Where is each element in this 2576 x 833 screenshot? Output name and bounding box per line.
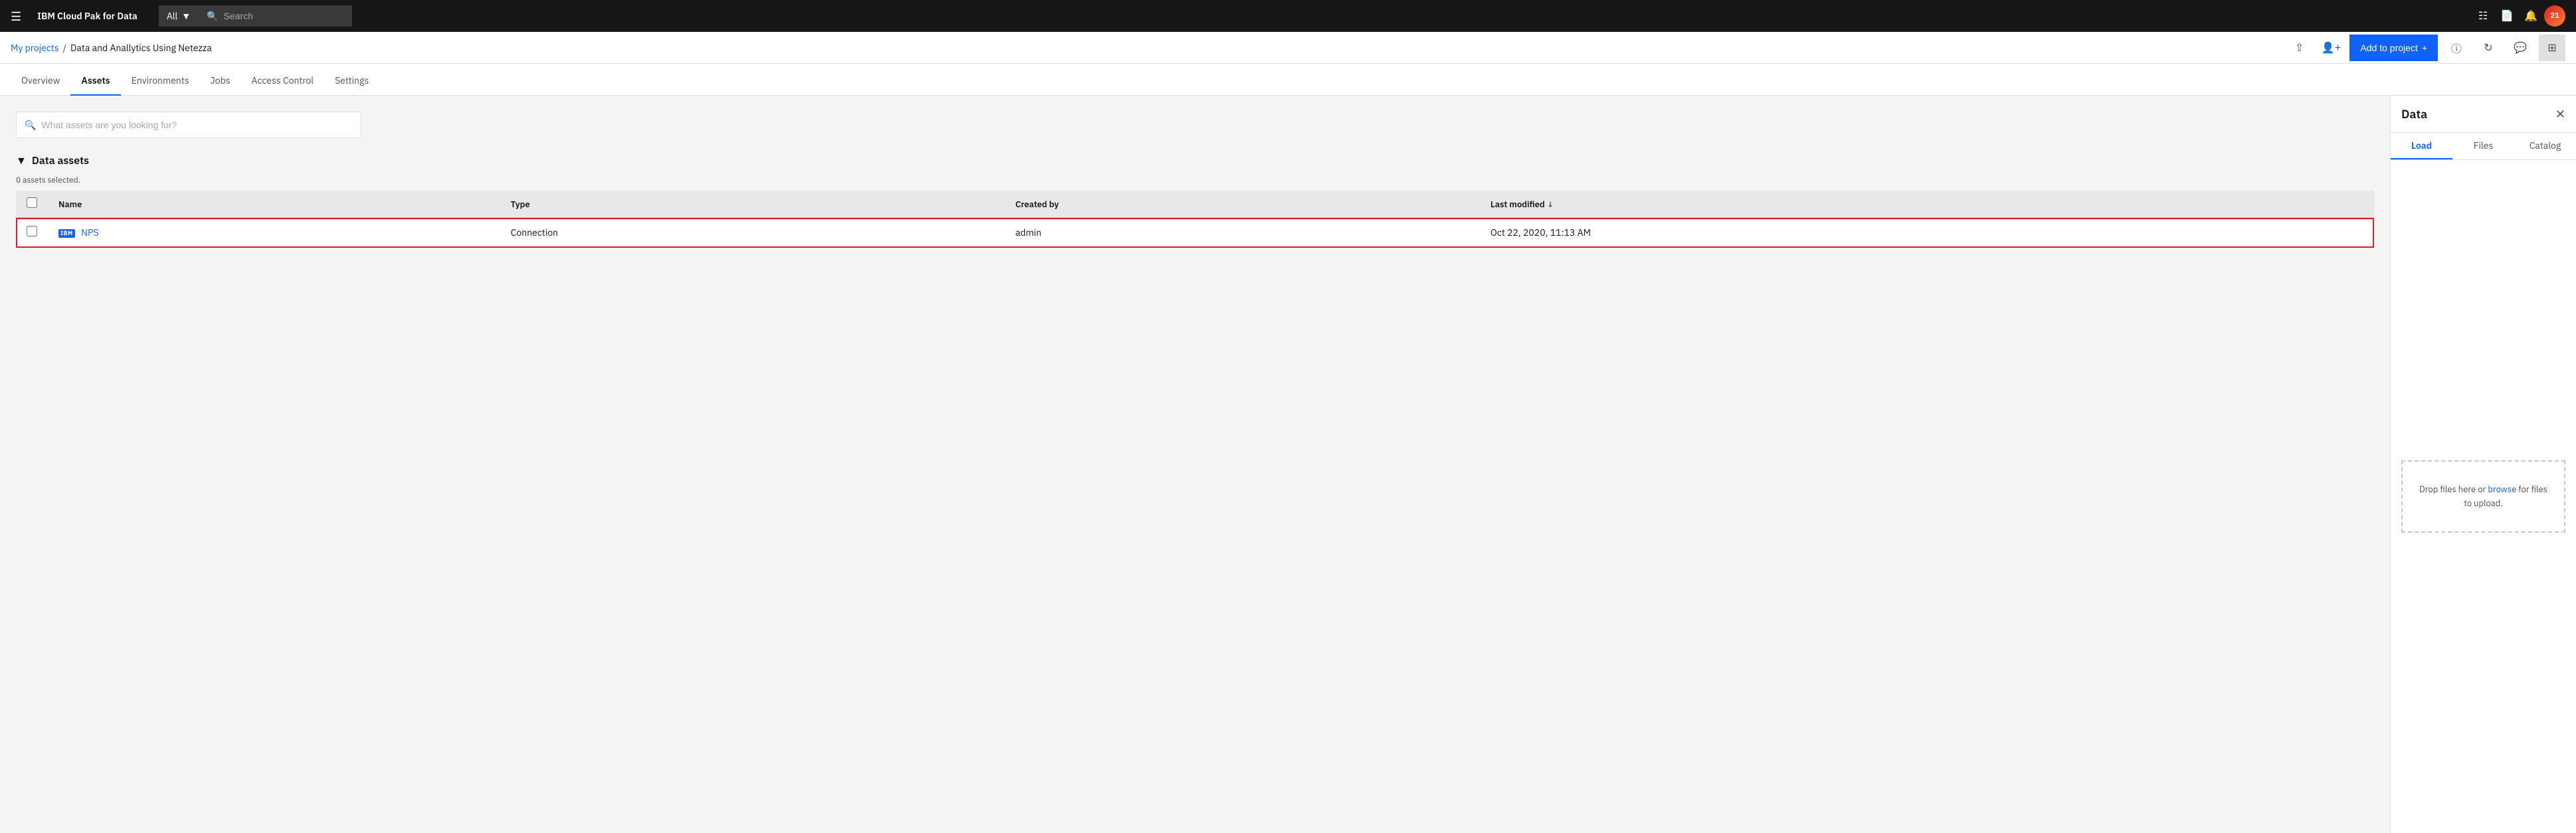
close-icon[interactable]: ✕ <box>2555 106 2565 122</box>
section-toggle-icon[interactable]: ▼ <box>16 154 27 167</box>
chat-icon-btn[interactable]: 💬 <box>2507 35 2533 61</box>
document-icon: 📄 <box>2500 9 2514 23</box>
assets-search-input[interactable] <box>41 120 353 130</box>
breadcrumb-bar: My projects / Data and Anallytics Using … <box>0 32 2576 64</box>
avatar-badge: 21 <box>2550 11 2559 21</box>
apps-icon: ☷ <box>2478 9 2488 23</box>
table-row: IBM NPS Connection admin Oct 22, 2020, 1… <box>16 218 2374 248</box>
data-panel-title: Data <box>2401 106 2427 122</box>
data-tab-files[interactable]: Files <box>2452 133 2514 159</box>
assets-search-bar[interactable]: 🔍 <box>16 112 361 138</box>
tab-jobs[interactable]: Jobs <box>200 66 241 96</box>
tab-assets[interactable]: Assets <box>70 66 120 96</box>
add-collaborator-btn[interactable]: 👤+ <box>2318 35 2344 61</box>
main-layout: 🔍 ▼ Data assets 0 assets selected. Name <box>0 96 2576 833</box>
bell-icon: 🔔 <box>2524 9 2537 23</box>
tab-overview[interactable]: Overview <box>11 66 70 96</box>
row-last-modified-cell: Oct 22, 2020, 11:13 AM <box>1480 218 2374 248</box>
assets-panel: 🔍 ▼ Data assets 0 assets selected. Name <box>0 96 2390 833</box>
chat-icon: 💬 <box>2514 41 2527 54</box>
search-icon: 🔍 <box>25 119 36 131</box>
data-tab-catalog[interactable]: Catalog <box>2514 133 2576 159</box>
history-icon: ↻ <box>2484 41 2492 54</box>
table-header-row: Name Type Created by Last modified ↓ <box>16 191 2374 218</box>
row-type-cell: Connection <box>500 218 1005 248</box>
ibm-badge: IBM <box>58 229 75 238</box>
apps-icon-btn[interactable]: ☷ <box>2472 5 2494 27</box>
row-checkbox-cell <box>16 218 48 248</box>
asset-name-link[interactable]: NPS <box>81 227 99 238</box>
data-panel: Data ✕ Load Files Catalog Drop files her… <box>2390 96 2576 833</box>
breadcrumb-parent-link[interactable]: My projects <box>11 42 59 54</box>
data-tab-load[interactable]: Load <box>2391 133 2452 159</box>
tab-environments[interactable]: Environments <box>121 66 200 96</box>
document-icon-btn[interactable]: 📄 <box>2496 5 2518 27</box>
data-panel-tabs: Load Files Catalog <box>2391 133 2576 160</box>
assets-count: 0 assets selected. <box>16 175 2374 185</box>
info-icon: ⓘ <box>2451 40 2462 56</box>
section-header: ▼ Data assets <box>16 154 2374 167</box>
upload-text-1: Drop files here or <box>2419 484 2488 495</box>
section-title: Data assets <box>32 154 89 167</box>
search-bar[interactable]: 🔍 <box>199 5 351 27</box>
search-input[interactable] <box>224 11 344 21</box>
select-all-checkbox[interactable] <box>27 197 37 208</box>
col-created-by: Created by <box>1005 191 1480 218</box>
browse-link[interactable]: browse <box>2488 484 2516 495</box>
info-icon-btn[interactable]: ⓘ <box>2443 35 2470 61</box>
add-to-project-label: Add to project <box>2360 43 2417 53</box>
assets-table: Name Type Created by Last modified ↓ <box>16 191 2374 248</box>
breadcrumb-separator: / <box>63 42 66 54</box>
data-panel-body: Drop files here or browse for files to u… <box>2391 160 2576 833</box>
upload-zone: Drop files here or browse for files to u… <box>2401 460 2565 533</box>
breadcrumb-current: Data and Anallytics Using Netezza <box>70 42 212 54</box>
breadcrumb: My projects / Data and Anallytics Using … <box>11 42 212 54</box>
menu-icon[interactable]: ☰ <box>11 9 21 24</box>
tab-settings[interactable]: Settings <box>324 66 379 96</box>
dropdown-label: All <box>167 10 178 22</box>
add-to-project-button[interactable]: Add to project + <box>2349 35 2438 61</box>
bell-icon-btn[interactable]: 🔔 <box>2520 5 2541 27</box>
upload-icon: ⇧ <box>2295 41 2304 54</box>
history-icon-btn[interactable]: ↻ <box>2475 35 2502 61</box>
user-avatar[interactable]: 21 <box>2544 5 2565 27</box>
row-created-by-cell: admin <box>1005 218 1480 248</box>
grid-view-btn[interactable]: ⊞ <box>2539 35 2565 61</box>
search-icon: 🔍 <box>207 10 218 22</box>
tab-access-control[interactable]: Access Control <box>241 66 325 96</box>
row-name-cell: IBM NPS <box>48 218 500 248</box>
col-type: Type <box>500 191 1005 218</box>
chevron-down-icon: ▼ <box>181 10 191 22</box>
col-name: Name <box>48 191 500 218</box>
tabs-bar: Overview Assets Environments Jobs Access… <box>0 64 2576 96</box>
person-add-icon: 👤+ <box>2322 41 2341 54</box>
search-dropdown[interactable]: All ▼ <box>159 5 199 27</box>
data-panel-header: Data ✕ <box>2391 96 2576 133</box>
grid-icon: ⊞ <box>2547 41 2556 54</box>
breadcrumb-actions: ⇧ 👤+ Add to project + ⓘ ↻ 💬 ⊞ <box>2286 35 2565 61</box>
select-all-col <box>16 191 48 218</box>
top-navigation: ☰ IBM Cloud Pak for Data All ▼ 🔍 ☷ 📄 🔔 2… <box>0 0 2576 32</box>
upload-icon-btn[interactable]: ⇧ <box>2286 35 2312 61</box>
app-title: IBM Cloud Pak for Data <box>37 10 138 22</box>
row-checkbox[interactable] <box>27 226 37 236</box>
nav-icons: ☷ 📄 🔔 21 <box>2472 5 2565 27</box>
col-last-modified[interactable]: Last modified ↓ <box>1480 191 2374 218</box>
sort-icon: ↓ <box>1547 200 1554 210</box>
plus-icon: + <box>2422 43 2427 53</box>
